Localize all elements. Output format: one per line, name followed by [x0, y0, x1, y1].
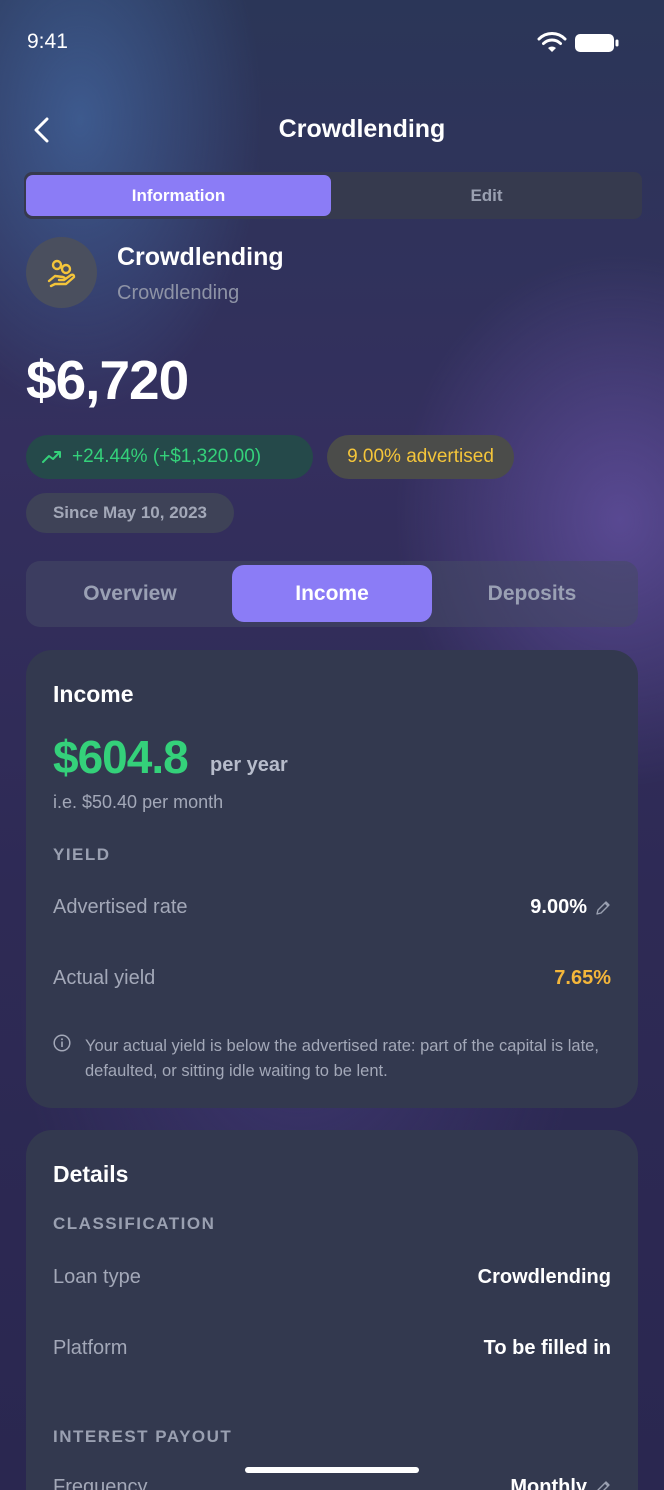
frequency-value[interactable]: Monthly [510, 1476, 611, 1490]
segment-information[interactable]: Information [26, 175, 331, 216]
asset-avatar [26, 237, 97, 308]
advertised-rate-text: 9.00% [530, 896, 587, 918]
interest-payout-section-label: INTEREST PAYOUT [53, 1427, 233, 1446]
classification-section-label: CLASSIFICATION [53, 1214, 216, 1233]
since-badge: Since May 10, 2023 [26, 493, 234, 533]
battery-icon [575, 34, 619, 52]
advertised-rate-label: Advertised rate [53, 896, 188, 918]
advertised-rate-value[interactable]: 9.00% [530, 896, 611, 919]
income-card-title: Income [53, 681, 134, 707]
loan-type-value[interactable]: Crowdlending [478, 1266, 611, 1289]
trend-up-icon [42, 451, 61, 463]
asset-category: Crowdlending [117, 282, 240, 304]
gain-text: +24.44% (+$1,320.00) [72, 446, 262, 467]
income-card: Income $604.8 per year i.e. $50.40 per m… [26, 650, 638, 1108]
status-time: 9:41 [27, 30, 68, 53]
tab-deposits[interactable]: Deposits [432, 565, 632, 622]
tab-income[interactable]: Income [232, 565, 432, 622]
home-indicator [245, 1467, 419, 1473]
asset-name: Crowdlending [117, 243, 284, 271]
income-per-month: i.e. $50.40 per month [53, 792, 224, 812]
page-title: Crowdlending [278, 115, 446, 143]
yield-note: Your actual yield is below the advertise… [85, 1037, 599, 1080]
income-period: per year [210, 754, 288, 776]
hand-coins-icon [47, 259, 75, 287]
details-card-title: Details [53, 1161, 129, 1187]
frequency-label: Frequency [53, 1476, 148, 1490]
info-icon [53, 1034, 71, 1052]
loan-type-label: Loan type [53, 1266, 141, 1288]
actual-yield-value: 7.65% [554, 967, 611, 989]
pencil-icon[interactable] [595, 1480, 611, 1490]
advertised-badge: 9.00% advertised [327, 435, 514, 479]
asset-amount: $6,720 [26, 349, 189, 411]
platform-label: Platform [53, 1337, 128, 1359]
pencil-icon[interactable] [595, 900, 611, 916]
details-card: Details CLASSIFICATION Loan type Crowdle… [26, 1130, 638, 1490]
tab-overview[interactable]: Overview [30, 565, 230, 622]
frequency-text: Monthly [510, 1476, 587, 1490]
actual-yield-label: Actual yield [53, 967, 156, 989]
income-value: $604.8 [53, 731, 189, 783]
yield-section-label: YIELD [53, 845, 111, 864]
wifi-icon [537, 32, 567, 52]
platform-value[interactable]: To be filled in [484, 1337, 611, 1360]
gain-badge: +24.44% (+$1,320.00) [26, 435, 313, 479]
section-tabs: Overview Income Deposits [26, 561, 638, 627]
view-mode-segmented-control: Information Edit [24, 172, 642, 219]
segment-edit[interactable]: Edit [334, 175, 639, 216]
